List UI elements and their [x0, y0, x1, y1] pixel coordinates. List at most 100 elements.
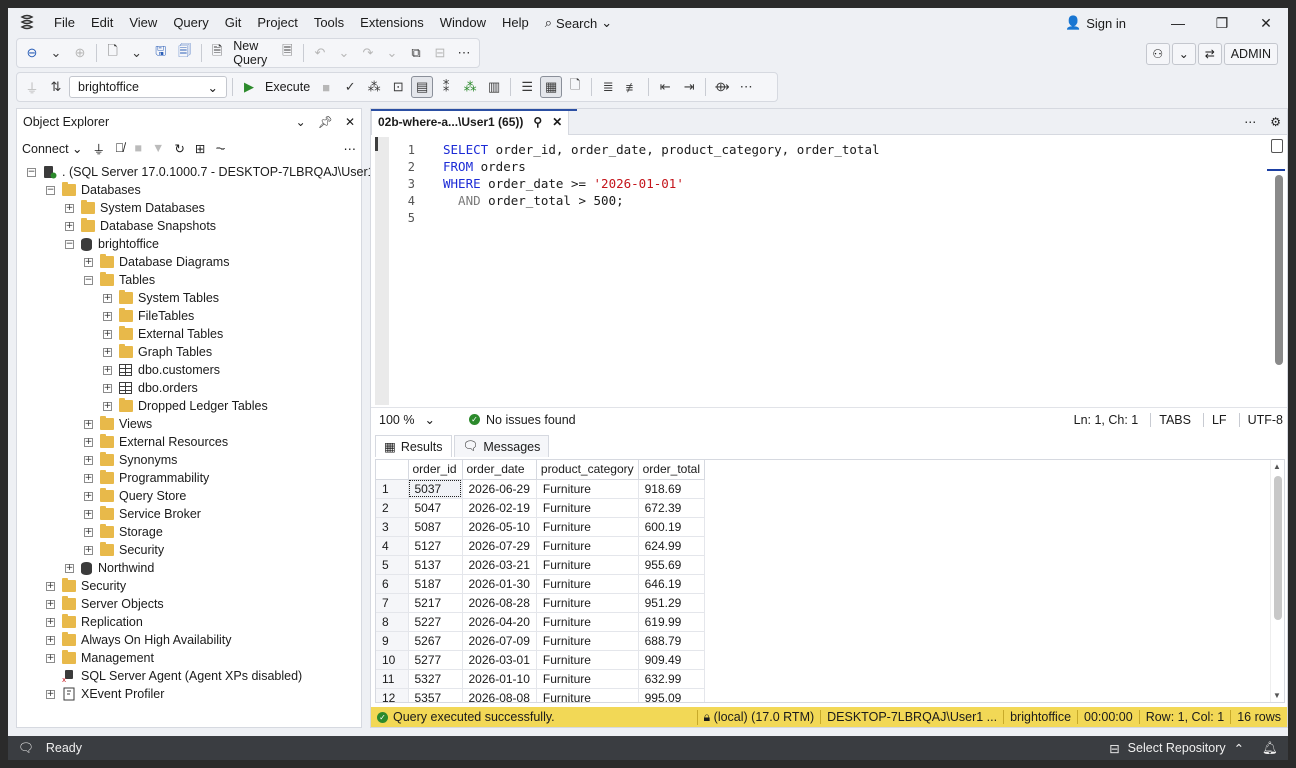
table-cell[interactable]: 619.99	[638, 612, 706, 632]
table-cell[interactable]: 5087	[408, 517, 463, 537]
table-cell[interactable]: 5357	[408, 688, 463, 702]
zoom-select[interactable]: 100 % ⌄	[373, 410, 441, 430]
expand-icon[interactable]: +	[103, 365, 112, 375]
menu-view[interactable]: View	[121, 8, 165, 38]
table-row[interactable]: 11 5327 2026-01-10 Furniture 632.99	[376, 669, 706, 689]
chevron-down-icon[interactable]: ⌄	[296, 115, 306, 129]
collapse-icon[interactable]: −	[46, 185, 55, 195]
chevron-down-icon[interactable]: ⌄	[1171, 43, 1196, 65]
select-repository[interactable]: Select Repository	[1128, 741, 1226, 755]
table-cell[interactable]: 2026-03-21	[462, 555, 537, 575]
uncomment-icon[interactable]: ≢	[621, 76, 643, 98]
expand-icon[interactable]: +	[84, 527, 93, 537]
increase-indent-icon[interactable]: ⇥	[678, 76, 700, 98]
table-row[interactable]: 8 5227 2026-04-20 Furniture 619.99	[376, 612, 706, 632]
back-icon[interactable]: ⊖	[21, 42, 43, 64]
forward-icon[interactable]: ⊕	[69, 42, 91, 64]
close-icon[interactable]: ✕	[345, 115, 355, 129]
notifications-icon[interactable]: 🔔︎	[1262, 741, 1278, 756]
expand-icon[interactable]: +	[65, 563, 74, 573]
menu-edit[interactable]: Edit	[83, 8, 121, 38]
menu-file[interactable]: File	[46, 8, 83, 38]
table-cell[interactable]: Furniture	[536, 555, 639, 575]
expand-icon[interactable]: +	[65, 203, 74, 213]
refresh-icon[interactable]: ↻	[174, 141, 184, 156]
tree-node[interactable]: + Query Store	[17, 487, 361, 505]
column-header[interactable]: order_total	[638, 460, 706, 480]
change-connection-icon[interactable]: ⇅	[45, 76, 67, 98]
table-cell[interactable]: 2026-02-19	[462, 498, 537, 518]
table-cell[interactable]: Furniture	[536, 650, 639, 670]
table-cell[interactable]: 5037	[408, 479, 463, 499]
stop-icon[interactable]: ■	[134, 141, 142, 155]
tree-node[interactable]: − Tables	[17, 271, 361, 289]
table-row[interactable]: 5 5137 2026-03-21 Furniture 955.69	[376, 555, 706, 575]
chevron-down-icon[interactable]: ⌄	[45, 42, 67, 64]
search-menu[interactable]: ⌕ Search ⌄	[537, 15, 620, 31]
properties-icon[interactable]: ⊟	[429, 42, 451, 64]
table-cell[interactable]: Furniture	[536, 574, 639, 594]
table-row[interactable]: 3 5087 2026-05-10 Furniture 600.19	[376, 517, 706, 537]
menu-query[interactable]: Query	[165, 8, 216, 38]
table-cell[interactable]: 5137	[408, 555, 463, 575]
table-cell[interactable]: 5267	[408, 631, 463, 651]
table-cell[interactable]: 5327	[408, 669, 463, 689]
table-cell[interactable]: 672.39	[638, 498, 706, 518]
cursor-position[interactable]: Ln: 1, Ch: 1	[1074, 413, 1139, 427]
expand-icon[interactable]: +	[46, 635, 55, 645]
table-cell[interactable]: 995.09	[638, 688, 706, 702]
settings-icon[interactable]: ⚙	[1270, 115, 1281, 129]
expand-icon[interactable]: +	[84, 437, 93, 447]
scroll-thumb[interactable]	[1274, 476, 1282, 620]
table-cell[interactable]: Furniture	[536, 669, 639, 689]
tree-node[interactable]: − Databases	[17, 181, 361, 199]
table-row[interactable]: 12 5357 2026-08-08 Furniture 995.09	[376, 688, 706, 702]
collapse-icon[interactable]: −	[27, 167, 36, 177]
tree-node[interactable]: x SQL Server Agent (Agent XPs disabled)	[17, 667, 361, 685]
query-options-icon[interactable]: ⊡	[387, 76, 409, 98]
menu-git[interactable]: Git	[217, 8, 250, 38]
table-cell[interactable]: 2026-04-20	[462, 612, 537, 632]
table-cell[interactable]: Furniture	[536, 612, 639, 632]
chevron-down-icon[interactable]: ⌄	[333, 42, 355, 64]
expand-icon[interactable]: +	[103, 347, 112, 357]
table-cell[interactable]: 951.29	[638, 593, 706, 613]
results-to-file-icon[interactable]: 🗋	[564, 76, 586, 98]
tree-node[interactable]: + Views	[17, 415, 361, 433]
tree-node[interactable]: + External Resources	[17, 433, 361, 451]
results-to-text-icon[interactable]: ☰	[516, 76, 538, 98]
expand-icon[interactable]: +	[65, 221, 74, 231]
indent-mode[interactable]: TABS	[1150, 413, 1191, 427]
query-file-icon[interactable]: 🗏	[276, 42, 298, 64]
table-cell[interactable]: 624.99	[638, 536, 706, 556]
collapse-icon[interactable]: −	[65, 239, 74, 249]
table-cell[interactable]: 2026-07-29	[462, 536, 537, 556]
table-cell[interactable]: Furniture	[536, 631, 639, 651]
column-header[interactable]: order_id	[408, 460, 463, 480]
decrease-indent-icon[interactable]: ⇤	[654, 76, 676, 98]
tree-node[interactable]: + Northwind	[17, 559, 361, 577]
menu-extensions[interactable]: Extensions	[352, 8, 432, 38]
minimize-button[interactable]: —	[1156, 8, 1200, 38]
estimated-plan-icon[interactable]: ⁂	[363, 76, 385, 98]
sign-in-button[interactable]: 👤 Sign in	[1065, 15, 1126, 31]
table-row[interactable]: 2 5047 2026-02-19 Furniture 672.39	[376, 498, 706, 518]
table-cell[interactable]: 600.19	[638, 517, 706, 537]
save-all-icon[interactable]: 🗐	[174, 42, 196, 64]
tree-node[interactable]: + Synonyms	[17, 451, 361, 469]
expand-icon[interactable]: +	[103, 293, 112, 303]
expand-icon[interactable]: +	[46, 581, 55, 591]
chevron-down-icon[interactable]: ⌄	[126, 42, 148, 64]
query-document-tab[interactable]: 02b-where-a...\User1 (65)) ⚲ ✕	[371, 108, 570, 135]
table-cell[interactable]: 2026-06-29	[462, 479, 537, 499]
redo-icon[interactable]: ↷	[357, 42, 379, 64]
more-icon[interactable]: ⋯	[735, 76, 757, 98]
close-window-button[interactable]: ✕	[1244, 8, 1288, 38]
new-item-icon[interactable]: 🗋	[102, 42, 124, 64]
new-query-button[interactable]: New Query	[230, 39, 274, 67]
live-stats-icon[interactable]: ⁂	[459, 76, 481, 98]
table-cell[interactable]: 688.79	[638, 631, 706, 651]
expand-icon[interactable]: +	[84, 545, 93, 555]
live-share-icon[interactable]: ⇄	[1197, 43, 1222, 65]
tree-node[interactable]: + Service Broker	[17, 505, 361, 523]
